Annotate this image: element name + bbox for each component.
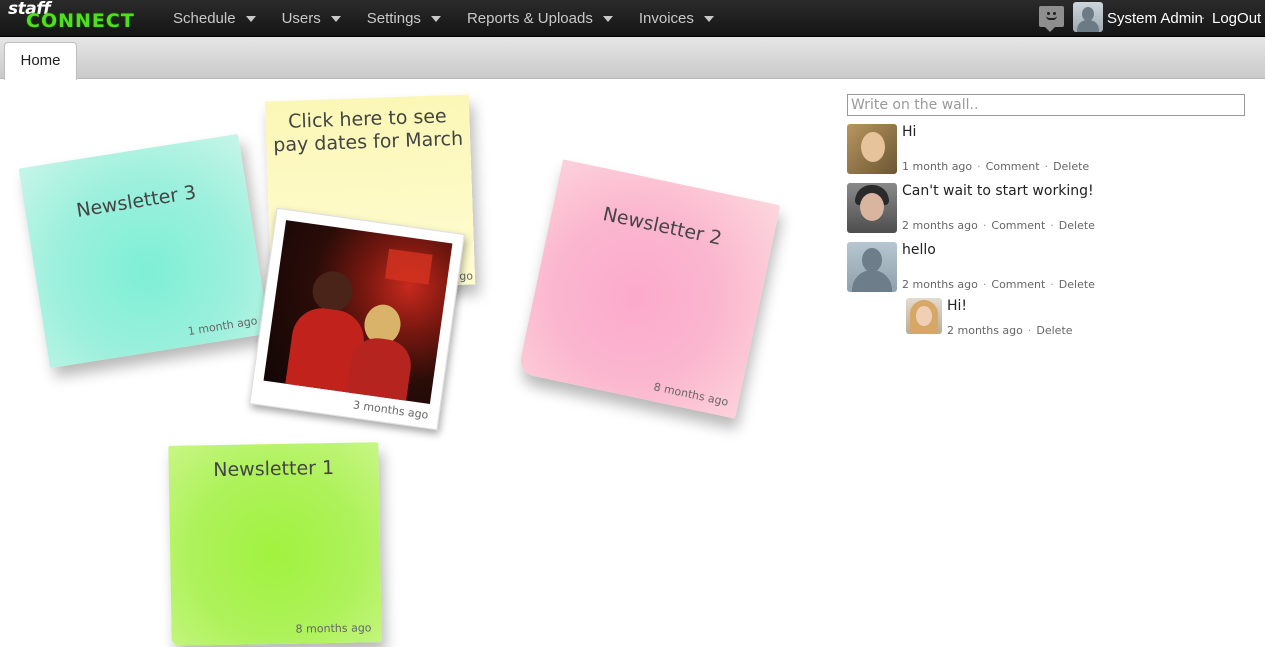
chat-icon-eye-right [1053, 12, 1056, 15]
logout-link[interactable]: LogOut [1212, 10, 1261, 27]
post-time: 1 month ago [902, 160, 973, 173]
sticky-note-newsletter-1[interactable]: Newsletter 1 8 months ago [168, 442, 382, 646]
staff-connect-logo[interactable]: staff CONNECT [6, 0, 148, 34]
post-meta: 2 months ago · Comment · Delete [902, 278, 1095, 291]
menu-settings-label: Settings [366, 10, 421, 27]
note-timestamp: 8 months ago [652, 380, 730, 409]
comment-link[interactable]: Comment [991, 219, 1045, 232]
comment-link[interactable]: Comment [986, 160, 1040, 173]
meta-separator: · [977, 160, 981, 173]
photo-sign [384, 248, 433, 285]
caret-down-icon [245, 15, 256, 22]
wall-post: Can't wait to start working! 2 months ag… [847, 183, 1247, 233]
menu-invoices-label: Invoices [638, 10, 694, 27]
meta-separator: · [982, 219, 987, 232]
user-name-link[interactable]: System Admin [1107, 10, 1203, 27]
avatar[interactable] [847, 124, 897, 174]
avatar[interactable] [847, 242, 897, 292]
chat-icon-eye-left [1047, 12, 1050, 15]
logo-text-connect: CONNECT [26, 10, 135, 32]
note-title: Newsletter 1 [213, 456, 335, 482]
caret-down-icon [703, 15, 714, 22]
user-avatar[interactable] [1073, 2, 1103, 32]
post-meta: 2 months ago · Comment · Delete [902, 219, 1095, 232]
user-silhouette-body [1077, 20, 1099, 32]
photo-person-1-head [310, 268, 356, 314]
reply-text: Hi! [947, 298, 968, 314]
menu-reports-uploads[interactable]: Reports & Uploads [467, 0, 613, 37]
menu-schedule[interactable]: Schedule [173, 0, 256, 37]
chat-icon-tail [1045, 27, 1055, 32]
menu-schedule-label: Schedule [173, 10, 236, 27]
delete-link[interactable]: Delete [1053, 160, 1089, 173]
meta-separator: · [982, 278, 987, 291]
delete-link[interactable]: Delete [1059, 278, 1095, 291]
meta-separator: · [1050, 219, 1054, 232]
caret-down-icon [330, 15, 341, 22]
post-text: Hi [902, 124, 917, 140]
wall-reply: Hi! 2 months ago · Delete [906, 298, 1246, 338]
avatar[interactable] [847, 183, 897, 233]
menu-users-label: Users [281, 10, 321, 27]
avatar-silhouette-body [852, 270, 892, 292]
avatar-face [860, 193, 884, 221]
reply-time: 2 months ago [947, 324, 1023, 337]
post-text: hello [902, 242, 936, 258]
top-navbar: staff CONNECT Schedule Users Settings Re… [0, 0, 1265, 37]
tab-home[interactable]: Home [4, 42, 77, 80]
post-meta: 1 month ago · Comment · Delete [902, 160, 1089, 173]
caret-down-icon [602, 15, 613, 22]
chat-icon-mouth [1046, 16, 1057, 20]
note-title: Click here to see pay dates for March [272, 105, 464, 157]
post-time: 2 months ago [902, 219, 978, 232]
post-text: Can't wait to start working! [902, 183, 1094, 199]
menu-users[interactable]: Users [282, 0, 341, 37]
sticky-note-newsletter-3[interactable]: Newsletter 3 1 month ago [18, 133, 270, 369]
avatar-face [916, 306, 932, 326]
tab-bar: Home [0, 37, 1265, 80]
note-timestamp: 1 month ago [186, 314, 259, 339]
sticky-note-newsletter-2[interactable]: Newsletter 2 8 months ago [517, 159, 781, 419]
note-title: Newsletter 2 [600, 203, 724, 250]
chat-smiley-icon[interactable] [1039, 6, 1064, 32]
comment-link[interactable]: Comment [991, 278, 1045, 291]
meta-separator: · [1027, 324, 1032, 337]
meta-separator: · [1044, 160, 1049, 173]
wall-post: Hi 1 month ago · Comment · Delete [847, 124, 1247, 174]
separator-dot: · [1201, 10, 1206, 25]
delete-link[interactable]: Delete [1059, 219, 1095, 232]
post-time: 2 months ago [902, 278, 978, 291]
meta-separator: · [1050, 278, 1054, 291]
user-silhouette-icon [1082, 7, 1094, 21]
event-photo [263, 220, 453, 404]
caret-down-icon [430, 15, 441, 22]
reply-meta: 2 months ago · Delete [947, 324, 1073, 337]
menu-invoices[interactable]: Invoices [639, 0, 714, 37]
avatar[interactable] [906, 298, 942, 334]
menu-settings[interactable]: Settings [367, 0, 441, 37]
wall-post: hello 2 months ago · Comment · Delete [847, 242, 1247, 292]
avatar-face [861, 132, 885, 162]
user-silhouette-icon [862, 248, 882, 272]
wall-post-input[interactable] [847, 94, 1245, 116]
menu-reports-uploads-label: Reports & Uploads [466, 10, 593, 27]
photo-polaroid[interactable]: 3 months ago [249, 207, 465, 431]
main-menu: Schedule Users Settings Reports & Upload… [173, 0, 740, 37]
note-title: Newsletter 3 [74, 181, 198, 222]
note-timestamp: 8 months ago [295, 621, 372, 636]
delete-link[interactable]: Delete [1036, 324, 1072, 337]
